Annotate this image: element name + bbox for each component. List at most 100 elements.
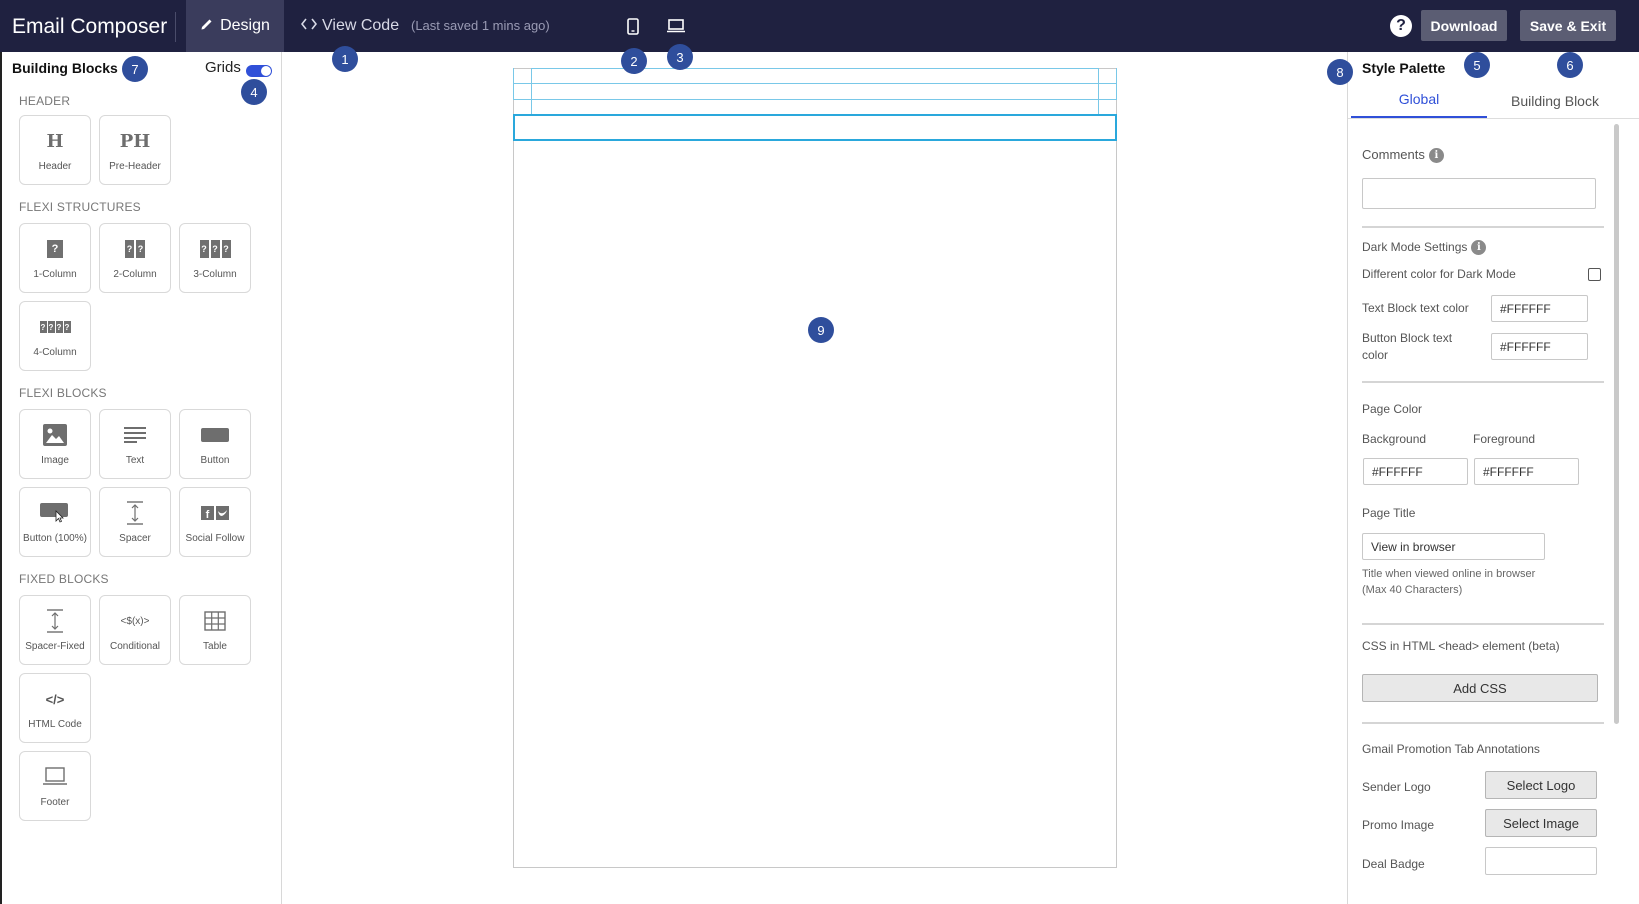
gmail-annotations-title: Gmail Promotion Tab Annotations bbox=[1362, 742, 1540, 756]
block-label: 2-Column bbox=[113, 269, 157, 280]
dark-mode-title: Dark Mode Settings bbox=[1362, 240, 1468, 254]
button-block-color-input[interactable]: #FFFFFF bbox=[1491, 333, 1588, 360]
dark-mode-checkbox[interactable] bbox=[1588, 268, 1601, 281]
block-1-column[interactable]: ? 1-Column bbox=[19, 223, 91, 293]
block-label: Footer bbox=[40, 797, 70, 808]
block-footer[interactable]: Footer bbox=[19, 751, 91, 821]
text-block-color-input[interactable]: #FFFFFF bbox=[1491, 295, 1588, 322]
svg-text:f: f bbox=[206, 509, 210, 520]
foreground-color-input[interactable]: #FFFFFF bbox=[1474, 458, 1579, 485]
info-icon[interactable]: i bbox=[1428, 148, 1444, 164]
block-pre-header[interactable]: PH Pre-Header bbox=[99, 115, 171, 185]
download-button[interactable]: Download bbox=[1421, 10, 1507, 41]
page-title-input[interactable]: View in browser bbox=[1362, 533, 1545, 560]
callout-badge: 3 bbox=[667, 44, 693, 70]
page-color-title: Page Color bbox=[1362, 402, 1423, 416]
page-title-label: Page Title bbox=[1362, 506, 1416, 520]
three-column-icon: ??? bbox=[199, 236, 232, 262]
background-label: Background bbox=[1362, 432, 1427, 446]
comments-label: Comments bbox=[1362, 147, 1425, 162]
pencil-icon bbox=[200, 17, 214, 36]
top-bar: Email Composer Design View Code (Last sa… bbox=[0, 0, 1639, 52]
block-label: Header bbox=[38, 161, 72, 172]
help-icon[interactable]: ? bbox=[1390, 15, 1412, 37]
desktop-preview-icon[interactable] bbox=[663, 14, 689, 38]
tabs-divider bbox=[1348, 118, 1639, 119]
block-button-full[interactable]: Button (100%) bbox=[19, 487, 91, 557]
divider bbox=[1362, 623, 1604, 625]
spacer-icon bbox=[125, 500, 145, 526]
block-4-column[interactable]: ???? 4-Column bbox=[19, 301, 91, 371]
tab-building-block[interactable]: Building Block bbox=[1487, 82, 1623, 119]
callout-badge: 7 bbox=[122, 56, 148, 82]
callout-badge: 2 bbox=[621, 48, 647, 74]
save-exit-button[interactable]: Save & Exit bbox=[1520, 10, 1616, 41]
block-button[interactable]: Button bbox=[179, 409, 251, 479]
email-page[interactable] bbox=[513, 68, 1117, 868]
view-code-tab[interactable]: View Code bbox=[300, 0, 400, 52]
divider bbox=[1362, 722, 1604, 724]
callout-badge: 6 bbox=[1557, 52, 1583, 78]
block-label: Table bbox=[203, 641, 227, 652]
table-grid-icon bbox=[204, 608, 226, 634]
selected-row-outline[interactable] bbox=[513, 114, 1117, 141]
callout-badge: 5 bbox=[1464, 52, 1490, 78]
block-label: HTML Code bbox=[28, 719, 82, 730]
section-flexi-blocks-title: FLEXI BLOCKS bbox=[19, 386, 107, 400]
block-social-follow[interactable]: f Social Follow bbox=[179, 487, 251, 557]
block-label: Button bbox=[200, 455, 230, 466]
select-logo-button[interactable]: Select Logo bbox=[1485, 771, 1597, 799]
deal-badge-input[interactable] bbox=[1485, 847, 1597, 875]
block-2-column[interactable]: ?? 2-Column bbox=[99, 223, 171, 293]
block-spacer[interactable]: Spacer bbox=[99, 487, 171, 557]
block-html-code[interactable]: </> HTML Code bbox=[19, 673, 91, 743]
block-3-column[interactable]: ??? 3-Column bbox=[179, 223, 251, 293]
comments-input[interactable] bbox=[1362, 178, 1596, 209]
code-brackets-icon bbox=[300, 17, 318, 35]
block-label: Image bbox=[41, 455, 69, 466]
promo-image-label: Promo Image bbox=[1362, 818, 1435, 832]
block-label: 1-Column bbox=[33, 269, 77, 280]
button-shape-icon bbox=[201, 422, 229, 448]
info-icon[interactable]: i bbox=[1471, 240, 1487, 256]
header-h-icon: H bbox=[46, 130, 64, 152]
design-canvas[interactable] bbox=[282, 52, 1345, 904]
block-label: Spacer bbox=[119, 533, 151, 544]
design-tab[interactable]: Design bbox=[186, 0, 284, 52]
block-label: Text bbox=[125, 455, 145, 466]
view-code-tab-label: View Code bbox=[322, 17, 400, 34]
background-color-input[interactable]: #FFFFFF bbox=[1363, 458, 1468, 485]
block-header[interactable]: H Header bbox=[19, 115, 91, 185]
select-image-button[interactable]: Select Image bbox=[1485, 809, 1597, 837]
mobile-preview-icon[interactable] bbox=[620, 14, 646, 38]
block-label: Button (100%) bbox=[23, 533, 87, 544]
block-label: 3-Column bbox=[193, 269, 237, 280]
comments-label-row: Comments i bbox=[1362, 147, 1444, 164]
grids-label: Grids bbox=[205, 59, 241, 76]
block-image[interactable]: Image bbox=[19, 409, 91, 479]
block-text[interactable]: Text bbox=[99, 409, 171, 479]
diff-color-label: Different color for Dark Mode bbox=[1362, 267, 1516, 281]
divider bbox=[1362, 381, 1604, 383]
callout-badge: 8 bbox=[1327, 59, 1353, 85]
sender-logo-label: Sender Logo bbox=[1362, 780, 1431, 794]
block-spacer-fixed[interactable]: Spacer-Fixed bbox=[19, 595, 91, 665]
section-header-title: HEADER bbox=[19, 94, 71, 108]
callout-badge: 9 bbox=[808, 317, 834, 343]
block-label: Conditional bbox=[109, 641, 161, 652]
grid-line bbox=[513, 68, 1117, 100]
last-saved-status: (Last saved 1 mins ago) bbox=[411, 18, 550, 33]
block-table[interactable]: Table bbox=[179, 595, 251, 665]
button-full-width-icon bbox=[40, 500, 70, 526]
design-tab-label: Design bbox=[220, 17, 270, 34]
panel-scrollbar[interactable] bbox=[1614, 124, 1619, 724]
pre-header-ph-icon: PH bbox=[119, 130, 151, 152]
footer-laptop-icon bbox=[43, 764, 67, 790]
tab-global[interactable]: Global bbox=[1351, 82, 1487, 119]
section-flexi-structures-title: FLEXI STRUCTURES bbox=[19, 200, 141, 214]
callout-badge: 4 bbox=[241, 79, 267, 105]
grids-toggle[interactable] bbox=[246, 65, 272, 77]
block-conditional[interactable]: <$(x)> Conditional bbox=[99, 595, 171, 665]
add-css-button[interactable]: Add CSS bbox=[1362, 674, 1598, 702]
page-title-hint-2: (Max 40 Characters) bbox=[1362, 584, 1463, 596]
